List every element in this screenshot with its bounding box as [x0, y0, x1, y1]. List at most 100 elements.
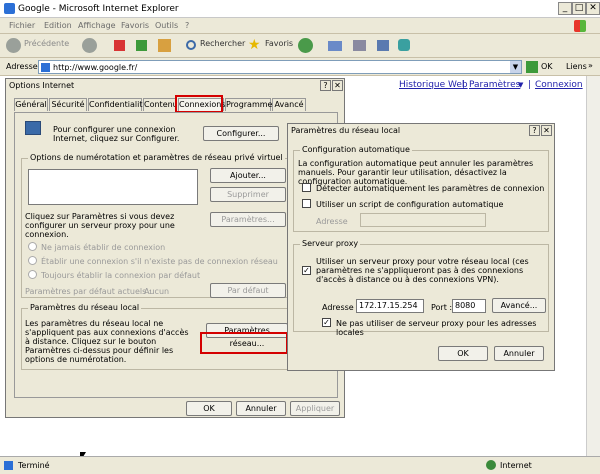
auto-config-group: Configuration automatique La configurati…: [293, 145, 549, 232]
options-dialog-titlebar: Options Internet ? ✕: [6, 79, 344, 92]
lan-text: Les paramètres du réseau local ne s'appl…: [25, 319, 189, 364]
links-label[interactable]: Liens: [566, 62, 587, 71]
refresh-icon[interactable]: [136, 40, 147, 51]
proxy-address-input[interactable]: 172.17.15.254: [356, 299, 424, 313]
edit-icon[interactable]: [377, 40, 389, 51]
radio-always-dial: [28, 270, 37, 279]
add-button[interactable]: Ajouter...: [210, 168, 286, 183]
lan-settings-dialog: Paramètres du réseau local ? ✕ Configura…: [287, 123, 555, 371]
menu-affichage[interactable]: Affichage: [78, 21, 116, 30]
proxy-group-label: Serveur proxy: [300, 239, 361, 248]
menu-edition[interactable]: Edition: [44, 21, 72, 30]
proxy-address-label: Adresse :: [322, 303, 359, 312]
radio-dial-when-needed-label: Établir une connexion s'il n'existe pas …: [41, 257, 278, 266]
tab-general[interactable]: Général: [14, 98, 48, 111]
go-arrow-icon[interactable]: [526, 61, 538, 73]
tab-avance[interactable]: Avancé: [272, 98, 306, 111]
set-default-button: Par défaut: [210, 283, 286, 298]
tab-securite[interactable]: Sécurité: [49, 98, 87, 111]
configure-button[interactable]: Configurer...: [203, 126, 279, 141]
params-button: Paramètres...: [210, 212, 286, 227]
search-button-label[interactable]: Rechercher: [200, 39, 245, 48]
auto-config-text: La configuration automatique peut annule…: [298, 159, 534, 186]
link-connexion[interactable]: Connexion: [535, 80, 583, 90]
address-dropdown-icon[interactable]: ▼: [510, 61, 521, 73]
messenger-icon[interactable]: [398, 39, 410, 51]
params-text: Cliquez sur Paramètres si vous devez con…: [25, 212, 175, 239]
close-icon[interactable]: ✕: [541, 125, 552, 136]
options-dialog-title: Options Internet: [9, 81, 75, 90]
connections-list[interactable]: [28, 169, 198, 205]
back-button-label[interactable]: Précédente: [24, 39, 69, 48]
link-separator: |: [462, 80, 466, 90]
network-computer-icon: [25, 121, 41, 135]
zone-text: Internet: [500, 461, 532, 470]
radio-never-dial: [28, 242, 37, 251]
tab-contenu[interactable]: Contenu: [143, 98, 178, 111]
auto-detect-checkbox[interactable]: [302, 183, 311, 192]
vertical-scrollbar[interactable]: [586, 76, 600, 456]
links-chevron-icon[interactable]: »: [588, 61, 593, 70]
link-separator: |: [528, 80, 532, 90]
mail-icon[interactable]: [328, 41, 342, 51]
dialup-group-label: Options de numérotation et paramètres de…: [28, 153, 285, 162]
print-icon[interactable]: [353, 40, 366, 51]
status-text: Terminé: [18, 461, 50, 470]
home-icon[interactable]: [158, 39, 171, 52]
history-icon[interactable]: [298, 38, 313, 53]
remove-button: Supprimer: [210, 187, 286, 202]
use-proxy-checkbox[interactable]: ✓: [302, 266, 311, 275]
ie-status-bar: Terminé Internet: [0, 456, 600, 474]
ie-toolbar: Précédente Rechercher ★ Favoris: [0, 34, 600, 58]
use-proxy-label: Utiliser un serveur proxy pour votre rés…: [316, 257, 529, 284]
close-icon[interactable]: ✕: [586, 2, 600, 15]
port-input[interactable]: 8080: [452, 299, 486, 313]
setup-text: Pour configurer une connexion Internet, …: [53, 125, 180, 143]
advanced-button[interactable]: Avancé...: [492, 298, 546, 313]
link-historique-web[interactable]: Historique Web: [399, 80, 468, 90]
ok-button[interactable]: OK: [186, 401, 232, 416]
bypass-local-checkbox[interactable]: ✓: [322, 318, 331, 327]
address-value: http://www.google.fr/: [53, 63, 138, 72]
help-icon[interactable]: ?: [529, 125, 540, 136]
current-default-label: Paramètres par défaut actuels :: [25, 287, 152, 296]
ie-window-title: Google - Microsoft Internet Explorer: [18, 4, 179, 14]
tab-confidentialite[interactable]: Confidentialité: [88, 98, 147, 111]
favorites-star-icon[interactable]: ★: [248, 37, 261, 53]
menu-outils[interactable]: Outils: [155, 21, 178, 30]
cancel-button[interactable]: Annuler: [236, 401, 286, 416]
tab-programmes[interactable]: Programmes: [225, 98, 277, 111]
menu-favoris[interactable]: Favoris: [121, 21, 149, 30]
minimize-icon[interactable]: _: [558, 2, 572, 15]
lan-cancel-button[interactable]: Annuler: [494, 346, 544, 361]
ie-menu-bar: Fichier Edition Affichage Favoris Outils…: [0, 18, 600, 34]
auto-script-checkbox[interactable]: [302, 199, 311, 208]
lan-settings-highlight: [200, 332, 288, 354]
ie-address-bar: Adresse http://www.google.fr/ ▼ OK Liens…: [0, 58, 600, 76]
script-address-label: Adresse: [316, 217, 348, 226]
close-icon[interactable]: ✕: [332, 80, 343, 91]
windows-flag-icon: [574, 20, 586, 32]
menu-fichier[interactable]: Fichier: [9, 21, 35, 30]
search-icon[interactable]: [186, 40, 196, 50]
link-parametres[interactable]: Paramètres: [469, 80, 520, 90]
lan-ok-button[interactable]: OK: [438, 346, 488, 361]
go-button[interactable]: OK: [541, 62, 553, 71]
radio-never-dial-label: Ne jamais établir de connexion: [41, 243, 166, 252]
forward-icon[interactable]: [82, 38, 97, 53]
link-dropdown-icon[interactable]: ▼: [518, 81, 523, 89]
favorites-button-label[interactable]: Favoris: [265, 39, 293, 48]
ie-logo-icon: [4, 3, 15, 14]
menu-help[interactable]: ?: [185, 21, 189, 30]
address-input[interactable]: http://www.google.fr/: [38, 60, 522, 74]
maximize-icon[interactable]: □: [572, 2, 586, 15]
back-icon[interactable]: [6, 38, 21, 53]
help-icon[interactable]: ?: [320, 80, 331, 91]
proxy-group: Serveur proxy ✓ Utiliser un serveur prox…: [293, 239, 549, 337]
ie-title-bar: Google - Microsoft Internet Explorer _ □…: [0, 0, 600, 18]
stop-icon[interactable]: [114, 40, 125, 51]
options-tabs: Général Sécurité Confidentialité Contenu…: [14, 98, 334, 112]
address-label: Adresse: [6, 62, 38, 71]
radio-always-dial-label: Toujours établir la connexion par défaut: [41, 271, 201, 280]
internet-zone-icon: [486, 460, 496, 470]
